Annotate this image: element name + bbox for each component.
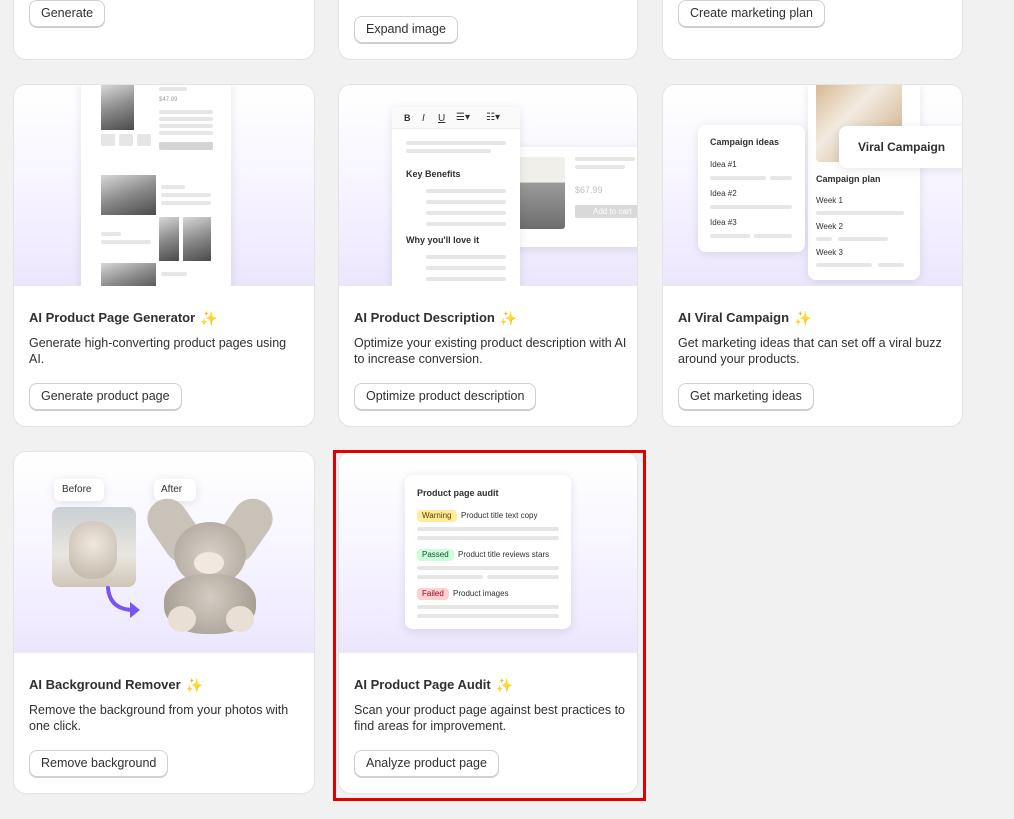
bold-icon: B <box>404 113 411 123</box>
hero-product-description: $67.99 Add to cart B I U ☰▾ ☷▾ Key Benef… <box>339 85 637 286</box>
sparkle-icon: ✨ <box>499 309 518 326</box>
card-title: AI Product Description ✨ <box>354 310 517 325</box>
audit-heading: Product page audit <box>417 488 499 498</box>
failed-badge: Failed <box>417 588 449 600</box>
card-title-text: AI Product Description <box>354 310 495 325</box>
card-description: Remove the background from your photos w… <box>29 703 289 733</box>
card-title-text: AI Product Page Audit <box>354 677 491 692</box>
model-photo <box>101 85 134 130</box>
card-product-page-audit: Product page audit Warning Product title… <box>339 452 637 793</box>
hero-product-page-generator: $47.99 <box>14 85 314 286</box>
card-title-text: AI Background Remover <box>29 677 181 692</box>
generate-product-page-button[interactable]: Generate product page <box>29 383 182 410</box>
card-product-page-generator: $47.99 AI Product Page Generator ✨ Gener… <box>14 85 314 426</box>
campaign-ideas-panel: Campaign ideas Idea #1 Idea #2 Idea #3 <box>698 125 805 252</box>
warning-badge: Warning <box>417 510 457 522</box>
card-background-remover: Before After AI Background Remover ✨ Rem… <box>14 452 314 793</box>
before-label-chip: Before <box>54 479 104 501</box>
card-description: Optimize your existing product descripti… <box>354 336 627 366</box>
generate-button[interactable]: Generate <box>29 0 106 27</box>
card-description: Get marketing ideas that can set off a v… <box>678 336 942 366</box>
remove-background-button[interactable]: Remove background <box>29 750 169 777</box>
expand-image-button[interactable]: Expand image <box>354 16 458 43</box>
list-icon: ☰▾ <box>456 112 470 123</box>
before-photo <box>52 507 136 587</box>
audit-row-text: Product images <box>453 589 509 598</box>
sparkle-icon: ✨ <box>495 676 514 693</box>
numbered-list-icon: ☷▾ <box>486 112 500 123</box>
lamp-image <box>515 157 565 229</box>
underline-icon: U <box>438 113 446 124</box>
sparkle-icon: ✨ <box>794 309 812 326</box>
why-love-heading: Why you'll love it <box>406 235 480 245</box>
mock-add-to-cart <box>159 142 213 150</box>
mock-add-to-cart: Add to cart <box>575 205 637 218</box>
viral-campaign-label: Viral Campaign <box>858 140 946 154</box>
card-expand-partial: Expand image <box>339 0 637 59</box>
idea-2: Idea #2 <box>710 189 737 198</box>
hero-product-page-audit: Product page audit Warning Product title… <box>339 452 637 653</box>
week-3: Week 3 <box>816 248 843 257</box>
audit-panel: Product page audit Warning Product title… <box>405 475 571 629</box>
product-page-mockup: $47.99 <box>81 85 231 286</box>
card-title: AI Background Remover ✨ <box>29 677 203 692</box>
model-photo-2 <box>101 175 156 215</box>
italic-icon: I <box>422 113 425 124</box>
passed-badge: Passed <box>417 549 454 561</box>
idea-1: Idea #1 <box>710 160 737 169</box>
campaign-plan-heading: Campaign plan <box>816 174 881 184</box>
get-marketing-ideas-button[interactable]: Get marketing ideas <box>678 383 814 410</box>
card-viral-campaign: Campaign plan Week 1 Week 2 Week 3 Campa… <box>663 85 962 426</box>
campaign-plan-panel: Campaign plan Week 1 Week 2 Week 3 <box>808 85 920 280</box>
card-title: AI Viral Campaign ✨ <box>678 310 811 325</box>
sparkle-icon: ✨ <box>200 309 218 326</box>
editor-toolbar: B I U ☰▾ ☷▾ <box>392 107 520 129</box>
card-marketing-partial: Create marketing plan <box>663 0 962 59</box>
mock-product-preview: $67.99 Add to cart <box>509 147 637 247</box>
mock-price: $67.99 <box>575 185 603 195</box>
model-photo-3 <box>159 217 179 261</box>
card-title: AI Product Page Audit ✨ <box>354 677 513 692</box>
card-title-text: AI Viral Campaign <box>678 310 790 325</box>
sparkle-icon: ✨ <box>185 676 204 693</box>
week-2: Week 2 <box>816 222 843 231</box>
model-photo-5 <box>101 263 156 286</box>
mock-price: $47.99 <box>159 97 178 103</box>
card-title-text: AI Product Page Generator <box>29 310 196 325</box>
week-1: Week 1 <box>816 196 843 205</box>
key-benefits-heading: Key Benefits <box>406 169 461 179</box>
analyze-product-page-button[interactable]: Analyze product page <box>354 750 499 777</box>
bunny-plush-image <box>136 482 286 634</box>
viral-campaign-chip: Viral Campaign <box>839 126 962 168</box>
idea-3: Idea #3 <box>710 218 737 227</box>
hero-viral-campaign: Campaign plan Week 1 Week 2 Week 3 Campa… <box>663 85 962 286</box>
audit-row-text: Product title text copy <box>461 511 538 520</box>
card-product-description: $67.99 Add to cart B I U ☰▾ ☷▾ Key Benef… <box>339 85 637 426</box>
card-description: Scan your product page against best prac… <box>354 703 625 733</box>
card-generate-partial: Generate <box>14 0 314 59</box>
optimize-product-description-button[interactable]: Optimize product description <box>354 383 537 410</box>
card-description: Generate high-converting product pages u… <box>29 336 287 366</box>
hero-background-remover: Before After <box>14 452 314 653</box>
audit-row-text: Product title reviews stars <box>458 550 550 559</box>
create-marketing-plan-button[interactable]: Create marketing plan <box>678 0 825 27</box>
card-title: AI Product Page Generator ✨ <box>29 310 218 325</box>
model-photo-4 <box>183 217 211 261</box>
campaign-ideas-heading: Campaign ideas <box>710 137 780 147</box>
rich-text-editor: B I U ☰▾ ☷▾ Key Benefits Why you'll love… <box>392 107 520 286</box>
